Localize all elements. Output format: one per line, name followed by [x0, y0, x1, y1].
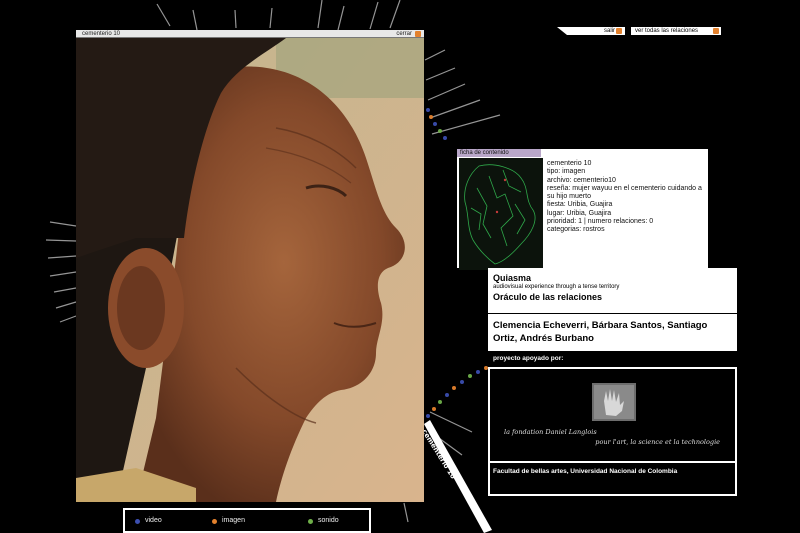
exit-icon[interactable]: [616, 28, 622, 34]
fondation-name: la fondation Daniel Langlois: [504, 428, 597, 436]
view-all-icon[interactable]: [713, 28, 719, 34]
project-oracle-title: Oráculo de las relaciones: [493, 292, 603, 302]
support-label: proyecto apoyado por:: [488, 351, 737, 367]
university-credit: Facultad de bellas artes, Universidad Na…: [490, 463, 735, 494]
fondation-logo-box[interactable]: la fondation Daniel Langlois pour l'art,…: [490, 369, 735, 461]
view-all-relations-button[interactable]: ver todas las relaciones: [631, 27, 721, 35]
detail-file: archivo: cementerio10: [547, 176, 616, 184]
legend-image[interactable]: imagen: [222, 517, 245, 524]
sound-dot-icon: [308, 519, 313, 524]
detail-type: tipo: imagen: [547, 168, 586, 176]
detail-review: reseña: mujer wayuu en el cementerio cui…: [547, 184, 702, 192]
legend-sound[interactable]: sonido: [318, 517, 339, 524]
detail-review-cont: su hijo muerto: [547, 193, 591, 201]
detail-categories: categorias: rostros: [547, 226, 605, 234]
image-window-titlebar[interactable]: cementerio 10 cerrar: [76, 30, 424, 38]
project-subtitle: audiovisual experience through a tense t…: [493, 284, 620, 290]
detail-place: lugar: Uribia, Guajira: [547, 209, 612, 217]
project-title: Quiasma: [493, 273, 532, 283]
hand-print-logo-icon: [592, 383, 636, 421]
credits-panel: Quiasma audiovisual experience through a…: [488, 268, 737, 496]
close-button[interactable]: cerrar: [396, 30, 412, 38]
fondation-tagline: pour l'art, la science et la technologie: [595, 438, 720, 446]
selection-pointer: [424, 420, 492, 533]
detail-priority: prioridad: 1 | numero relaciones: 0: [547, 218, 654, 226]
content-card-details: cementerio 10 tipo: imagen archivo: ceme…: [547, 160, 703, 235]
toolbar-arrow-icon: [557, 27, 567, 35]
content-card-tab[interactable]: ficha de contenido: [457, 149, 541, 157]
exit-label: salir: [603, 28, 615, 34]
media-type-legend: video imagen sonido: [123, 508, 371, 533]
video-dot-icon: [135, 519, 140, 524]
map-of-colombia: [464, 164, 536, 265]
top-toolbar: salir ver todas las relaciones: [557, 27, 721, 36]
image-dot-icon: [212, 519, 217, 524]
close-icon[interactable]: [415, 31, 421, 37]
fondation-text: la fondation Daniel Langlois pour l'art,…: [500, 427, 730, 447]
detail-title: cementerio 10: [547, 160, 592, 167]
map-thumbnail: [459, 158, 543, 270]
legend-video[interactable]: video: [145, 517, 162, 524]
detail-fiesta: fiesta: Uribia, Guajira: [547, 201, 613, 209]
content-photo: [76, 38, 424, 502]
image-window: cementerio 10 cerrar: [76, 30, 424, 502]
divider: [488, 313, 737, 314]
portrait-illustration: [76, 38, 424, 502]
image-window-title: cementerio 10: [82, 31, 121, 37]
authors: Clemencia Echeverri, Bárbara Santos, San…: [493, 320, 708, 344]
view-all-relations-label: ver todas las relaciones: [635, 28, 699, 34]
